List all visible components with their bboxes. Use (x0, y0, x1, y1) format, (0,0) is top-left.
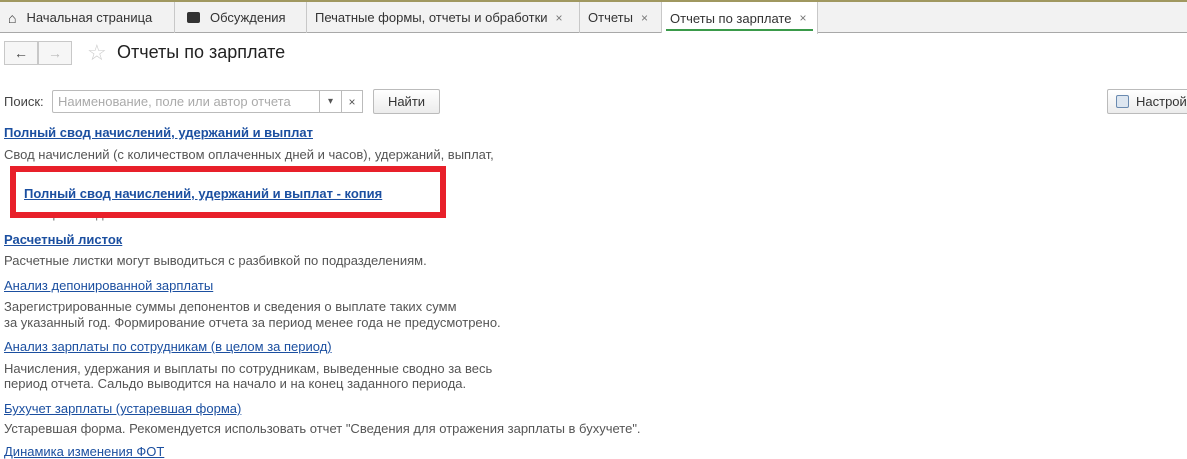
home-icon: ⌂ (8, 9, 17, 26)
search-dropdown-button[interactable]: ▾ (319, 90, 342, 113)
close-icon: × (348, 94, 356, 109)
tab-home[interactable]: ⌂ Начальная страница (0, 2, 175, 33)
back-button[interactable]: ← (4, 41, 38, 65)
tab-print-forms[interactable]: Печатные формы, отчеты и обработки × (307, 2, 580, 33)
report-description: период отчета. Сальдо выводится на начал… (4, 376, 467, 391)
gear-icon (1116, 95, 1129, 108)
search-input[interactable]: Наименование, поле или автор отчета (52, 90, 320, 113)
report-link[interactable]: Анализ депонированной зарплаты (4, 278, 213, 293)
find-button[interactable]: Найти (373, 89, 440, 114)
settings-button[interactable]: Настрой (1107, 89, 1187, 114)
chat-icon (187, 12, 200, 23)
report-link[interactable]: Бухучет зарплаты (устаревшая форма) (4, 401, 241, 416)
report-description: Свод начислений (с количеством оплаченны… (4, 147, 494, 162)
tab-discussions[interactable]: Обсуждения (175, 2, 307, 33)
report-link[interactable]: Анализ зарплаты по сотрудникам (в целом … (4, 339, 332, 354)
star-icon[interactable]: ☆ (87, 40, 107, 66)
report-link[interactable]: Расчетный листок (4, 232, 122, 247)
report-description: Устаревшая форма. Рекомендуется использо… (4, 421, 641, 436)
close-icon[interactable]: × (556, 11, 563, 25)
search-label: Поиск: (4, 94, 44, 109)
page-title: Отчеты по зарплате (117, 42, 286, 62)
tab-salary-reports[interactable]: Отчеты по зарплате × (662, 2, 818, 34)
report-description: Начисления, удержания и выплаты по сотру… (4, 361, 493, 376)
close-icon[interactable]: × (799, 11, 806, 25)
search-clear-button[interactable]: × (341, 90, 363, 113)
chevron-down-icon: ▾ (327, 96, 334, 107)
red-highlight-box (10, 166, 446, 218)
arrow-left-icon: ← (14, 45, 28, 61)
forward-button[interactable]: → (38, 41, 72, 65)
report-link[interactable]: Полный свод начислений, удержаний и выпл… (4, 125, 313, 140)
report-description: за указанный год. Формирование отчета за… (4, 315, 501, 330)
tab-reports[interactable]: Отчеты × (580, 2, 662, 33)
tab-bar: ⌂ Начальная страница Обсуждения Печатные… (0, 0, 1187, 34)
close-icon[interactable]: × (641, 11, 648, 25)
arrow-right-icon: → (48, 45, 62, 61)
report-description: Зарегистрированные суммы депонентов и св… (4, 299, 457, 314)
report-description: Расчетные листки могут выводиться с разб… (4, 253, 427, 268)
